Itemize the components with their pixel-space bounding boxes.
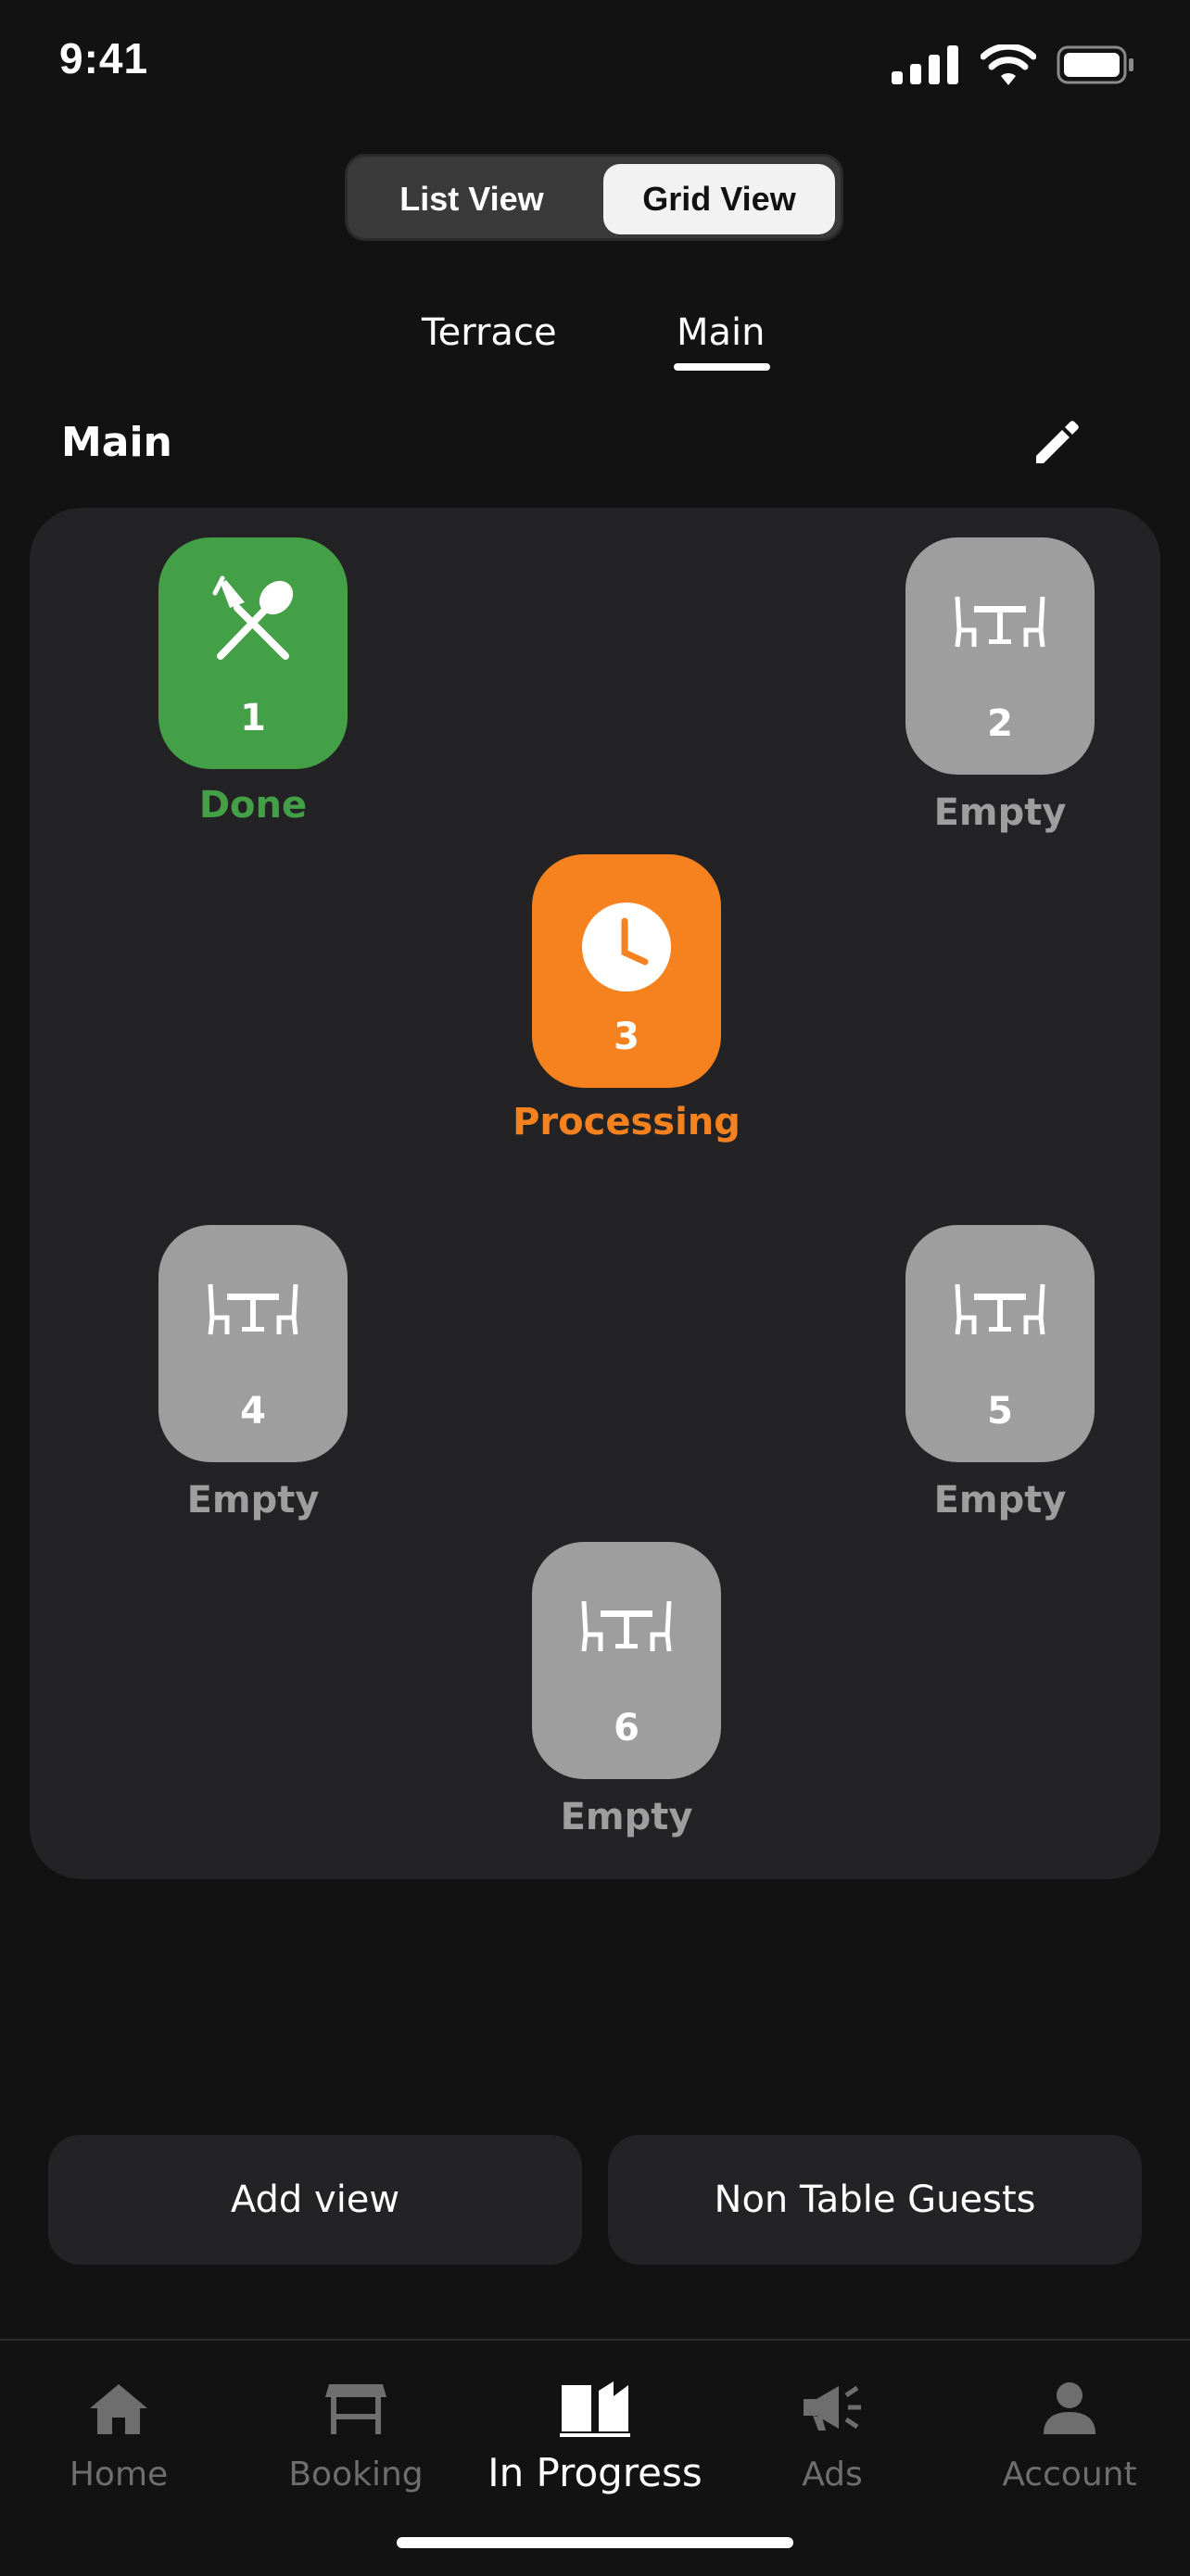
fork-spoon-icon — [212, 575, 294, 660]
person-icon — [1044, 2382, 1095, 2434]
nav-item-ads[interactable]: Ads — [721, 2367, 943, 2494]
table-status: Empty — [560, 1796, 693, 1838]
open-book-icon — [560, 2381, 630, 2437]
table-number: 4 — [240, 1390, 266, 1433]
wifi-icon — [981, 44, 1036, 85]
status-bar: 9:41 — [0, 0, 1190, 111]
table-4[interactable]: 4 — [158, 1225, 348, 1462]
table-chairs-icon — [208, 1283, 298, 1335]
booking-table-icon — [325, 2384, 386, 2434]
table-1[interactable]: 1 — [158, 537, 348, 769]
table-status: Processing — [513, 1101, 741, 1143]
nav-label: Ads — [802, 2456, 863, 2494]
status-icons — [892, 44, 1134, 85]
table-number: 1 — [240, 697, 266, 739]
table-6[interactable]: 6 — [532, 1542, 721, 1779]
table-3[interactable]: 3 — [532, 854, 721, 1088]
nav-label: Account — [1002, 2456, 1137, 2494]
grid-view-button[interactable]: Grid View — [603, 164, 835, 234]
signal-icon — [892, 45, 958, 84]
table-status: Empty — [933, 1479, 1067, 1522]
nav-item-in-progress[interactable]: In Progress — [484, 2367, 706, 2495]
megaphone-icon — [804, 2385, 861, 2431]
add-view-button[interactable]: Add view — [48, 2135, 582, 2265]
battery-icon — [1057, 45, 1133, 84]
table-chairs-icon — [955, 1283, 1045, 1335]
nav-item-booking[interactable]: Booking — [245, 2367, 467, 2494]
table-number: 5 — [987, 1390, 1013, 1433]
table-number: 3 — [614, 1016, 639, 1058]
section-title: Main — [61, 419, 172, 466]
home-indicator — [397, 2537, 793, 2548]
table-2[interactable]: 2 — [905, 537, 1095, 775]
nav-label: Booking — [288, 2456, 424, 2494]
nav-item-home[interactable]: Home — [7, 2367, 230, 2494]
table-status: Done — [198, 784, 308, 827]
clock-icon — [582, 903, 671, 991]
nav-label: In Progress — [487, 2450, 703, 2495]
list-view-button[interactable]: List View — [355, 164, 589, 234]
table-chairs-icon — [955, 596, 1045, 648]
table-chairs-icon — [581, 1600, 672, 1652]
table-number: 6 — [614, 1707, 639, 1749]
table-status: Empty — [933, 791, 1067, 834]
floor-plan: 1 Done 2 Empty 3 Processing 4 Empty 5 Em… — [30, 508, 1160, 1879]
active-tab-indicator — [674, 363, 770, 371]
pencil-icon[interactable] — [1029, 415, 1084, 471]
home-icon — [90, 2384, 147, 2434]
nav-item-account[interactable]: Account — [958, 2367, 1181, 2494]
view-toggle: List View Grid View — [345, 154, 843, 241]
tab-terrace[interactable]: Terrace — [422, 311, 557, 354]
table-status: Empty — [186, 1479, 320, 1522]
table-number: 2 — [987, 702, 1013, 745]
status-time: 9:41 — [59, 34, 149, 82]
tab-main[interactable]: Main — [677, 311, 766, 354]
table-5[interactable]: 5 — [905, 1225, 1095, 1462]
nav-label: Home — [69, 2456, 169, 2494]
non-table-guests-button[interactable]: Non Table Guests — [608, 2135, 1142, 2265]
area-tabs: Terrace Main — [0, 306, 1190, 380]
